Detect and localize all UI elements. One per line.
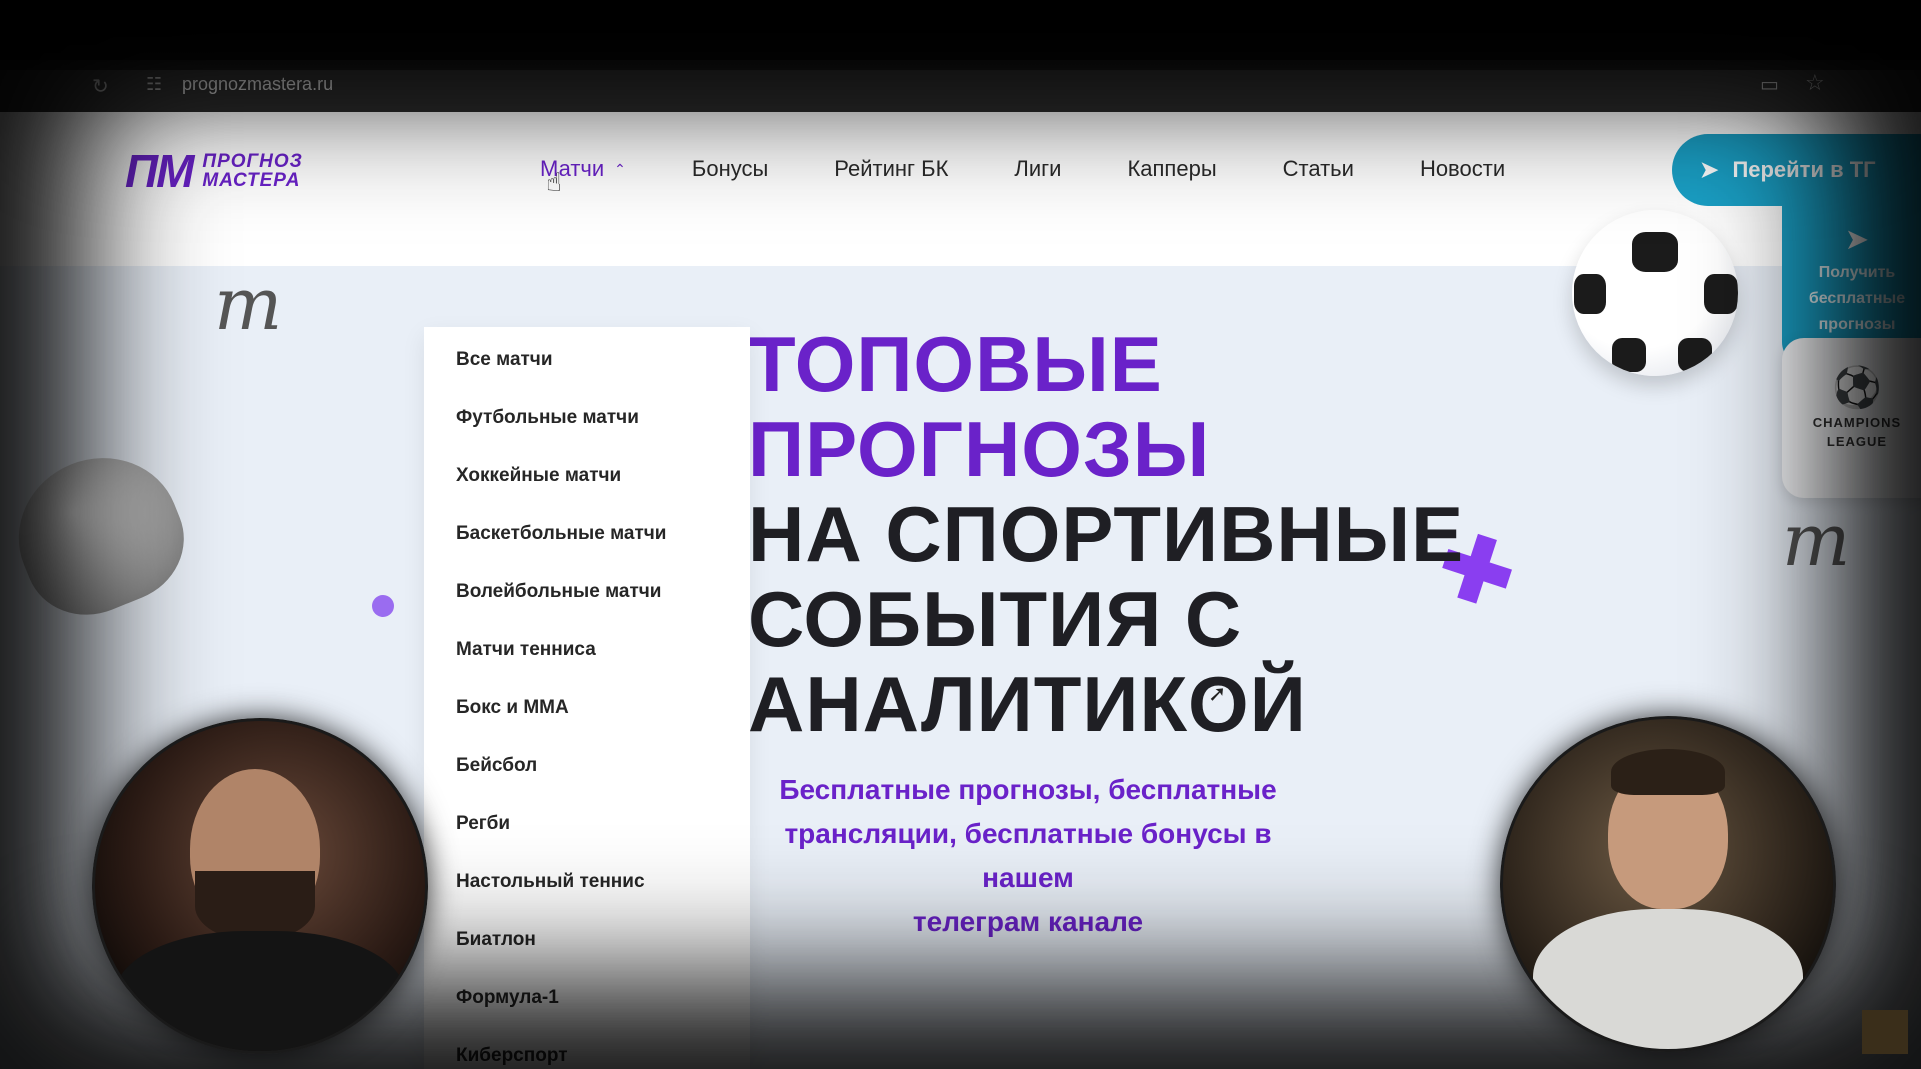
hero-subtitle: Бесплатные прогнозы, бесплатные трансляц… (748, 768, 1308, 944)
dot-decoration (372, 595, 394, 617)
dropdown-item-esports[interactable]: Киберспорт (456, 1039, 750, 1069)
nav-item-label: Лиги (1014, 156, 1062, 181)
dropdown-item-football[interactable]: Футбольные матчи (456, 401, 750, 459)
hair (1611, 749, 1725, 795)
dropdown-item-biathlon[interactable]: Биатлон (456, 923, 750, 981)
bookmark-star-icon[interactable]: ☆ (1805, 71, 1825, 96)
dropdown-item-formula-1[interactable]: Формула-1 (456, 981, 750, 1039)
cl-line-1: CHAMPIONS (1812, 415, 1902, 430)
person-body (115, 931, 405, 1051)
dropdown-item-boxing-mma[interactable]: Бокс и ММА (456, 691, 750, 749)
soccer-ball-icon (1572, 210, 1738, 376)
nav-item-articles[interactable]: Статьи (1283, 156, 1354, 182)
telegram-icon: ➤ (1846, 224, 1868, 254)
hero-title-line: ТОПОВЫЕ (748, 320, 1163, 408)
champions-league-logo-icon: ⚽ (1832, 366, 1882, 410)
tg-panel-line-1: Получить (1818, 264, 1896, 281)
tg-panel-line-3: прогнозы (1818, 316, 1896, 333)
main-nav: Матчи ⌃ Бонусы Рейтинг БК Лиги Капперы С… (540, 156, 1571, 182)
squiggle-decoration-icon: m (1782, 498, 1851, 582)
dropdown-item-rugby[interactable]: Регби (456, 807, 750, 865)
trophy-cup-icon (0, 434, 203, 634)
hero-subtitle-line: телеграм канале (912, 906, 1144, 937)
person-body (1533, 909, 1803, 1049)
hero-title-line: СОБЫТИЯ С (748, 575, 1243, 663)
hand-cursor-icon: ☝ (546, 168, 562, 198)
logo-mark: ПМ (125, 145, 194, 197)
nav-item-cappers[interactable]: Капперы (1127, 156, 1216, 182)
channel-watermark (1862, 1010, 1908, 1054)
champions-league-card[interactable]: ⚽ CHAMPIONS LEAGUE (1782, 338, 1921, 498)
hero-title-line: НА СПОРТИВНЫЕ (748, 490, 1465, 578)
video-frame: ↻ ☷ prognozmastera.ru ▭ ☆ ПМ ПРОГНОЗ МАС… (0, 0, 1921, 1069)
dropdown-item-all-matches[interactable]: Все матчи (456, 343, 750, 401)
hero-subtitle-line: трансляции, бесплатные бонусы в нашем (784, 818, 1272, 893)
matches-dropdown-menu: Все матчи Футбольные матчи Хоккейные мат… (424, 327, 750, 1069)
telegram-button[interactable]: ➤ Перейти в ТГ (1672, 134, 1921, 206)
nav-item-label: Рейтинг БК (834, 156, 949, 181)
logo-line-1: ПРОГНОЗ (202, 151, 303, 172)
nav-item-label: Статьи (1282, 156, 1354, 181)
hero-title-line: АНАЛИТИКОЙ (748, 660, 1307, 748)
dropdown-item-tennis[interactable]: Матчи тенниса (456, 633, 750, 691)
telegram-button-label: Перейти в ТГ (1732, 157, 1876, 182)
dropdown-item-volleyball[interactable]: Волейбольные матчи (456, 575, 750, 633)
nav-item-label: Бонусы (691, 156, 769, 181)
webcam-right (1500, 716, 1836, 1052)
logo-line-2: МАСТЕРА (202, 170, 301, 191)
install-app-icon[interactable]: ▭ (1760, 72, 1779, 96)
squiggle-decoration-icon: m (214, 262, 283, 346)
nav-item-bonuses[interactable]: Бонусы (692, 156, 768, 182)
webcam-left (92, 718, 428, 1054)
logo-text: ПРОГНОЗ МАСТЕРА (202, 152, 303, 190)
nav-item-leagues[interactable]: Лиги (1014, 156, 1061, 182)
hero-title: ТОПОВЫЕ ПРОГНОЗЫ НА СПОРТИВНЫЕ СОБЫТИЯ С… (748, 322, 1464, 747)
nav-item-label: Капперы (1127, 156, 1217, 181)
dropdown-item-baseball[interactable]: Бейсбол (456, 749, 750, 807)
tg-panel-line-2: бесплатные (1808, 290, 1906, 307)
dropdown-item-table-tennis[interactable]: Настольный теннис (456, 865, 750, 923)
chevron-up-icon: ⌃ (614, 160, 626, 177)
dropdown-item-hockey[interactable]: Хоккейные матчи (456, 459, 750, 517)
arrow-cursor-icon: ➚ (1208, 682, 1227, 707)
nav-item-news[interactable]: Новости (1420, 156, 1505, 182)
nav-item-label: Новости (1419, 156, 1506, 181)
nav-item-bk-rating[interactable]: Рейтинг БК (834, 156, 948, 182)
browser-address-bar: ↻ ☷ prognozmastera.ru ▭ ☆ (0, 60, 1921, 112)
reload-icon[interactable]: ↻ (92, 74, 109, 98)
url-text[interactable]: prognozmastera.ru (182, 74, 333, 95)
site-info-icon[interactable]: ☷ (146, 74, 162, 95)
dropdown-item-basketball[interactable]: Баскетбольные матчи (456, 517, 750, 575)
cl-line-2: LEAGUE (1826, 434, 1888, 449)
hero-subtitle-line: Бесплатные прогнозы, бесплатные (779, 774, 1277, 805)
telegram-icon: ➤ (1700, 157, 1719, 182)
site-logo[interactable]: ПМ ПРОГНОЗ МАСТЕРА (125, 144, 303, 198)
hero-title-line: ПРОГНОЗЫ (748, 405, 1211, 493)
